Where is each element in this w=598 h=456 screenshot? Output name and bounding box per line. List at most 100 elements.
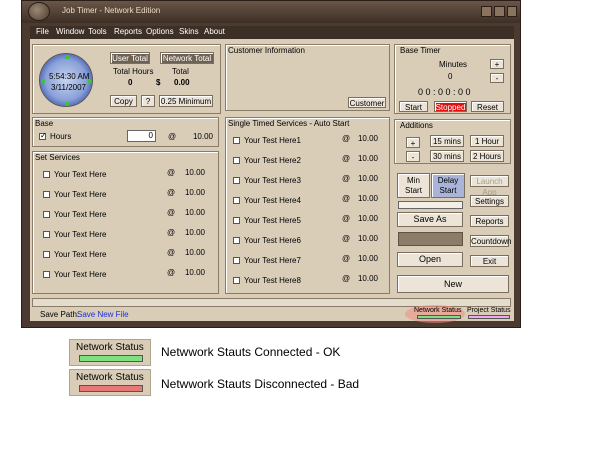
exit-button[interactable]: Exit [470,255,509,267]
min-start-button[interactable]: Min Start [397,173,430,198]
service-at-symbol: @ [167,228,176,237]
service-checkbox[interactable] [233,217,240,224]
service-checkbox[interactable] [43,271,50,278]
service-at-symbol: @ [342,174,351,183]
service-rate: 10.00 [184,268,205,277]
minimize-icon[interactable] [481,6,492,17]
legend-bad-indicator [79,385,143,392]
service-rate: 10.00 [184,248,205,257]
base-timer-panel: Base Timer Minutes 0 + - 0 0 : 0 0 : 0 0… [394,44,511,114]
additions-plus-button[interactable]: + [406,137,420,148]
launch-app-button[interactable]: Launch App [470,175,509,197]
service-rate: 10.00 [357,194,378,203]
menu-skins[interactable]: Skins [179,27,199,36]
menu-options[interactable]: Options [146,27,174,36]
stopped-button[interactable]: Stopped [434,101,467,112]
totals-panel: 5:54:30 AM 3/11/2007 User Total Network … [32,44,221,114]
service-checkbox[interactable] [233,157,240,164]
customer-button[interactable]: Customer [348,97,386,108]
add-2-hours-button[interactable]: 2 Hours [470,150,504,162]
service-checkbox[interactable] [43,211,50,218]
main-panel: 5:54:30 AM 3/11/2007 User Total Network … [30,39,514,323]
minutes-label: Minutes [439,60,468,69]
start-button[interactable]: Start [399,101,428,112]
service-checkbox[interactable] [233,237,240,244]
service-checkbox[interactable] [233,177,240,184]
clock-marker-icon [65,102,69,106]
list-item: Your Test Here2 @ 10.00 [226,152,389,172]
project-status-label: Project Status [467,307,511,314]
base-panel: Base ✓ Hours 0 @ 10.00 [32,117,219,147]
service-label: Your Text Here [54,230,107,239]
set-services-panel: Set Services Your Text Here @ 10.00 Your… [32,151,219,294]
additions-panel: Additions + - 15 mins 1 Hour 30 mins 2 H… [394,119,511,164]
menu-window[interactable]: Window [56,27,84,36]
network-total-button[interactable]: Network Total [160,52,214,64]
minutes-plus-button[interactable]: + [490,59,504,69]
service-at-symbol: @ [342,214,351,223]
service-rate: 10.00 [184,168,205,177]
service-checkbox[interactable] [43,231,50,238]
legend-network-status-label: Network Status [76,342,144,353]
copy-button[interactable]: Copy [110,95,137,107]
list-item: Your Test Here6 @ 10.00 [226,232,389,252]
list-item: Your Text Here @ 10.00 [33,226,218,246]
service-rate: 10.00 [357,234,378,243]
add-15-mins-button[interactable]: 15 mins [430,135,464,147]
settings-button[interactable]: Settings [470,195,509,207]
service-label: Your Test Here2 [244,156,301,165]
service-at-symbol: @ [342,274,351,283]
project-status-indicator [468,315,510,319]
clock-time: 5:54:30 AM [49,72,90,81]
minutes-minus-button[interactable]: - [490,73,504,83]
close-icon[interactable] [507,6,517,17]
service-checkbox[interactable] [233,137,240,144]
menu-tools[interactable]: Tools [88,27,107,36]
hours-input[interactable]: 0 [127,130,156,142]
menu-file[interactable]: File [36,27,49,36]
service-checkbox[interactable] [233,277,240,284]
service-label: Your Test Here1 [244,136,301,145]
service-at-symbol: @ [342,194,351,203]
menu-reports[interactable]: Reports [114,27,142,36]
additions-minus-button[interactable]: - [406,151,420,162]
service-rate: 10.00 [357,254,378,263]
service-rate: 10.00 [357,134,378,143]
legend-ok-indicator [79,355,143,362]
service-checkbox[interactable] [43,251,50,258]
title-bar[interactable]: Job Timer - Network Edition [22,1,520,23]
service-at-symbol: @ [342,134,351,143]
single-services-title: Single Timed Services - Auto Start [228,119,350,128]
service-rate: 10.00 [357,154,378,163]
service-at-symbol: @ [342,154,351,163]
hours-checkbox[interactable]: ✓ [39,131,47,140]
network-status-label: Network Status [414,307,462,314]
reset-button[interactable]: Reset [471,101,504,112]
legend-box-ok: Network Status [69,339,151,366]
additions-title: Additions [400,121,433,130]
menu-about[interactable]: About [204,27,225,36]
service-checkbox[interactable] [43,191,50,198]
save-as-button[interactable]: Save As [397,212,463,227]
service-label: Your Text Here [54,210,107,219]
service-checkbox[interactable] [43,171,50,178]
save-path-link[interactable]: Save New File [77,310,129,319]
delay-start-button[interactable]: Delay Start [431,173,465,198]
open-button[interactable]: Open [397,252,463,267]
new-button[interactable]: New [397,275,509,293]
service-checkbox[interactable] [233,257,240,264]
reports-button[interactable]: Reports [470,215,509,227]
add-30-mins-button[interactable]: 30 mins [430,150,464,162]
minimum-button[interactable]: 0.25 Minimum [159,95,213,107]
service-label: Your Test Here5 [244,216,301,225]
list-item: Your Text Here @ 10.00 [33,206,218,226]
clock-marker-icon [41,79,45,83]
service-label: Your Test Here3 [244,176,301,185]
maximize-icon[interactable] [494,6,505,17]
save-path-label: Save Path: [40,310,80,319]
help-button[interactable]: ? [141,95,155,107]
user-total-button[interactable]: User Total [110,52,150,64]
countdown-button[interactable]: Countdown [470,235,511,247]
service-checkbox[interactable] [233,197,240,204]
add-1-hour-button[interactable]: 1 Hour [470,135,504,147]
